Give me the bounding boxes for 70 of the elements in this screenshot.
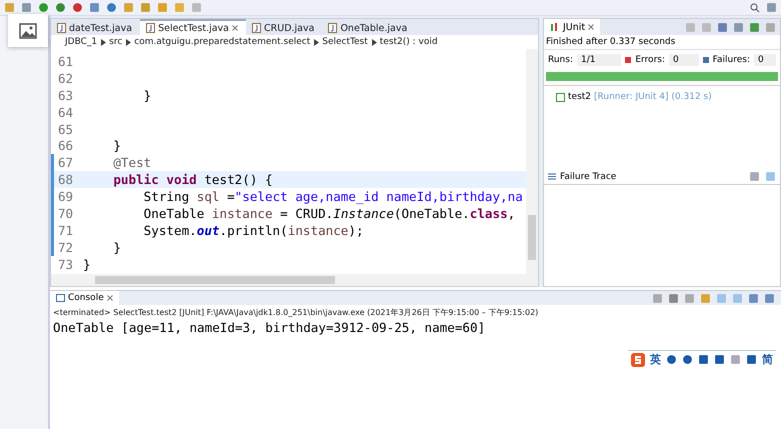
line-number: 64	[58, 104, 74, 120]
line-number: 62	[58, 70, 74, 86]
java-file-icon	[57, 23, 66, 33]
ime-toolbar[interactable]: 英 简	[628, 350, 776, 368]
counter-value: 1/1	[576, 54, 622, 66]
breadcrumb-item[interactable]: src	[109, 37, 122, 47]
line-number: 70	[58, 206, 74, 221]
horizontal-scrollbar[interactable]	[51, 274, 538, 286]
test-item[interactable]: test2 [Runner: JUnit 4] (0.312 s)	[556, 92, 780, 102]
chevron-icon	[126, 38, 132, 46]
close-icon[interactable]	[232, 25, 238, 31]
line-number: 73	[58, 256, 74, 272]
counter-label: Runs:	[548, 55, 573, 65]
code-line: String sql ="select age,name_id nameId,birthday,na	[142, 189, 523, 204]
code-line: }	[112, 240, 121, 255]
console-icon	[56, 294, 65, 302]
line-number: 68	[58, 172, 74, 188]
java-file-icon	[328, 23, 338, 33]
test-icon	[556, 92, 565, 102]
console-output: OneTable [age=11, nameId=3, birthday=3912-09-25, name=60]	[52, 320, 486, 335]
line-number: 66	[58, 138, 74, 154]
counter-value: 0	[754, 54, 776, 66]
list-icon	[548, 173, 556, 180]
ime-logo-icon	[631, 352, 645, 366]
counter-label: Errors:	[635, 55, 665, 65]
ime-language[interactable]: 英	[650, 352, 661, 367]
counter-icon	[702, 57, 709, 63]
java-file-icon	[252, 23, 262, 33]
image-icon	[19, 22, 37, 38]
line-number: 67	[58, 155, 74, 170]
close-icon[interactable]	[588, 24, 594, 30]
line-number: 65	[58, 122, 74, 136]
finished-text: Finished after 0.337 seconds	[545, 36, 676, 49]
code-line: OneTable instance = CRUD.Instance(OneTable.class,	[142, 206, 516, 221]
editor-tab[interactable]: CRUD.java	[246, 19, 322, 35]
ime-script[interactable]: 简	[762, 352, 773, 367]
editor-tab[interactable]: OneTable.java	[322, 19, 416, 35]
editor-tab[interactable]: dateTest.java	[51, 19, 140, 35]
failure-trace-title: Failure Trace	[548, 172, 616, 182]
junit-icon	[550, 22, 560, 32]
console-tab[interactable]: Console	[50, 291, 119, 305]
line-number: 69	[58, 189, 74, 204]
line-number: 72	[58, 240, 74, 255]
code-line: }	[142, 88, 152, 103]
close-icon[interactable]	[106, 295, 113, 301]
editor-tab[interactable]: SelectTest.java	[140, 19, 246, 35]
counter-label: Failures:	[712, 55, 750, 65]
line-number: 61	[58, 54, 74, 69]
code-line: public void test2() {	[112, 172, 273, 188]
chevron-icon	[314, 38, 320, 46]
chevron-icon	[101, 38, 106, 46]
breadcrumb-item[interactable]: test2() : void	[380, 37, 438, 47]
code-line: System.out.println(instance);	[142, 222, 364, 238]
code-line: }	[83, 256, 91, 272]
counter-value: 0	[669, 54, 699, 66]
image-icon-card[interactable]	[8, 14, 48, 47]
line-number: 71	[58, 222, 74, 238]
line-number: 63	[58, 88, 74, 103]
breadcrumb-item[interactable]: SelectTest	[322, 37, 368, 47]
breadcrumb-item[interactable]: JDBC_1	[65, 37, 98, 47]
console-status: <terminated> SelectTest.test2 [JUnit] F:\JAVA\Java\jdk1.8.0_251\bin\javaw.exe (2021年3月26日 下午9:15:00 – 下午9:15:02)	[52, 307, 540, 319]
code-line: @Test	[112, 155, 152, 170]
vertical-scrollbar[interactable]	[526, 49, 538, 274]
counter-icon	[625, 57, 632, 63]
junit-tab[interactable]: JUnit	[544, 19, 600, 35]
breadcrumb-item[interactable]: com.atguigu.preparedstatement.select	[134, 37, 310, 47]
search-icon[interactable]	[750, 2, 760, 12]
java-file-icon	[146, 23, 156, 33]
chevron-icon	[372, 38, 377, 46]
code-line: }	[112, 138, 121, 154]
